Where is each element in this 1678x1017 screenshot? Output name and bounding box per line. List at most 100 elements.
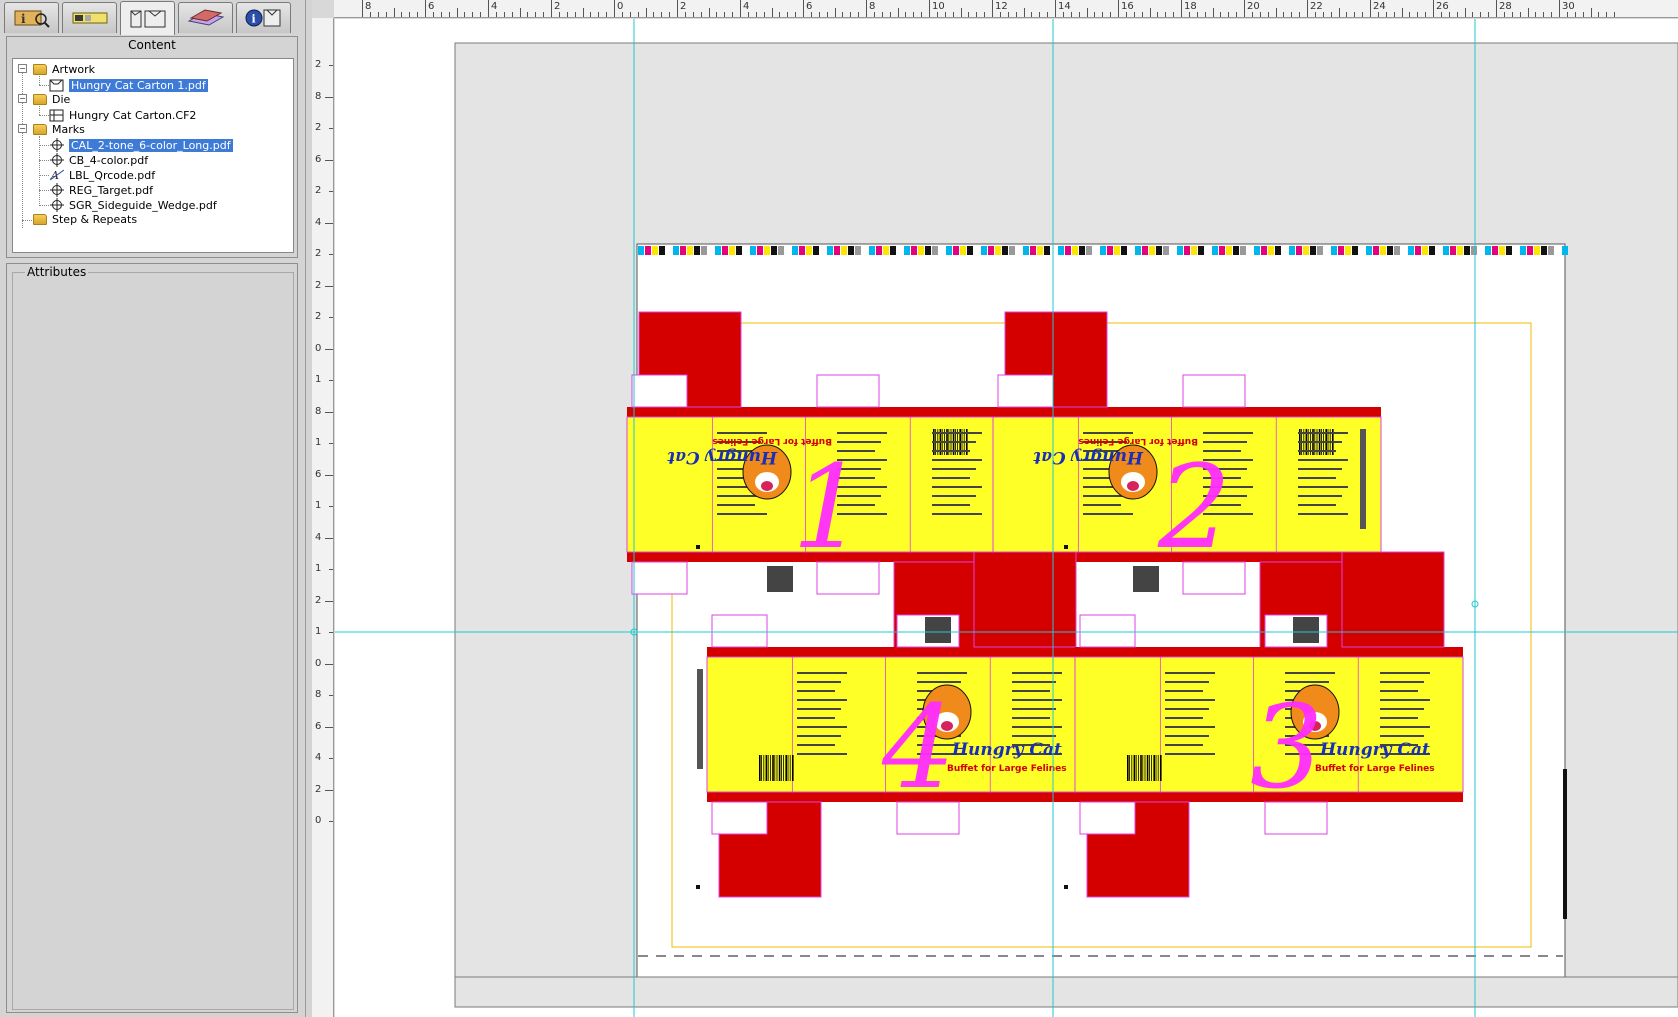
ruler-tick [325,411,333,413]
carton-4-text-line [1012,690,1050,692]
artwork-file-icon [49,78,64,92]
tree-file-mark[interactable]: CB_4-color.pdf [49,152,148,168]
color-bar-patch [1324,246,1330,255]
ruler-minor-tick [692,12,694,17]
ruler-label: 28 [1499,1,1512,12]
properties-tab[interactable]: i [236,2,291,33]
color-bar-patch [869,246,875,255]
marks-tab[interactable] [62,2,117,33]
color-bar-patch [841,246,847,255]
ruler-minor-tick [1007,12,1009,17]
color-bar-patch [1506,246,1512,255]
ruler-label: 1 [315,437,322,448]
tree-folder-artwork[interactable]: Artwork [33,61,95,77]
folder-icon [33,123,47,135]
color-bar-patch [1268,246,1274,255]
ruler-minor-tick [968,12,970,17]
ruler-major-tick [677,0,678,17]
ruler-tick [325,96,333,98]
ruler-major-tick [1370,0,1371,17]
ruler-tick [325,222,333,224]
ruler-label: 12 [995,1,1008,12]
ruler-label: 24 [1373,1,1386,12]
carton-1-text-line [932,486,982,488]
tree-file-artwork[interactable]: Hungry Cat Carton 1.pdf [49,77,208,93]
color-bar-patch [708,246,714,255]
ruler-minor-tick [417,12,419,17]
ruler-label: 4 [315,752,322,763]
color-bar-patch [834,246,840,255]
ruler-minor-tick [574,12,576,17]
carton-4-barcode-bar [772,755,774,781]
layout-preview[interactable]: Hungry Cat Buffet for Large Felines 1 Hungr… [335,19,1678,1017]
carton-2-text-line [1298,477,1336,479]
carton-1-tuck-flap [631,374,688,408]
color-bar-patch [1121,246,1127,255]
tree-folder-die[interactable]: Die [33,91,70,107]
ruler-tick [325,600,333,602]
carton-4-text-line [1012,672,1062,674]
tree-file-label: REG_Target.pdf [69,183,153,197]
info-tab-icon: i [14,10,50,28]
carton-1-text-line [932,513,982,515]
ruler-label: 4 [315,216,322,228]
ruler-major-tick [1244,0,1245,17]
carton-2-text-line [1203,432,1253,434]
die-collapse-toggle[interactable]: − [18,94,27,103]
tree-folder-step-repeats[interactable]: Step & Repeats [33,211,137,227]
color-bar-patch [1457,246,1463,255]
color-bar-patch [1408,246,1414,255]
ruler-minor-tick [1551,12,1553,17]
carton-3-barcode-bar [1146,755,1149,781]
ruler-label: 1 [315,500,322,511]
tree-file-mark[interactable]: REG_Target.pdf [49,182,153,198]
tree-file-mark[interactable]: A LBL_Qrcode.pdf [49,167,155,183]
marks-collapse-toggle[interactable]: − [18,124,27,133]
vertical-ruler[interactable]: 2826242220181614121086420 [312,18,334,1017]
ruler-minor-tick [1015,12,1017,17]
ruler-minor-tick [1535,12,1537,17]
attributes-title: Attributes [25,265,89,279]
layout-tab[interactable] [178,2,233,33]
carton-4-text-line [797,744,835,746]
color-bar-patch [1359,246,1365,255]
carton-2-tuck-flap [997,374,1054,408]
content-tree[interactable]: − Artwork Hungry Cat Carton 1.pdf − Die [12,58,294,253]
horizontal-ruler[interactable]: 8 6 4 2 0 2 4 6 8 10 12 14 16 18 20 22 24 26 28 30 [334,0,1678,18]
ruler-minor-tick [732,12,734,17]
ruler-minor-tick [834,8,836,17]
carton-3-top-band [1075,647,1463,657]
ruler-minor-tick [1519,12,1521,17]
info-tab[interactable]: i [4,2,59,33]
carton-1-text-line [932,504,970,506]
content-tab[interactable] [120,1,175,35]
color-bar-patch [1352,246,1358,255]
layout-canvas-area[interactable]: 8 6 4 2 0 2 4 6 8 10 12 14 16 18 20 22 24 26 28 30 28262422… [312,0,1678,1017]
carton-4-text-line [797,726,847,728]
carton-3-text-line [1380,717,1418,719]
tree-folder-marks[interactable]: Marks [33,121,85,137]
carton-3-text-line [1165,735,1209,737]
color-bar-patch [988,246,994,255]
ruler-minor-tick [716,12,718,17]
ruler-minor-tick [432,12,434,17]
carton-1-qrcode [767,566,793,592]
carton-2-tuck-flap [1182,374,1246,408]
color-bar-patch [1485,246,1491,255]
carton-3-text-line [1165,708,1209,710]
color-bar-patch [1317,246,1323,255]
ruler-label: 2 [315,279,322,291]
ruler-minor-tick [850,12,852,17]
ruler-minor-tick [1488,12,1490,17]
artwork-collapse-toggle[interactable]: − [18,64,27,73]
ruler-minor-tick [401,12,403,17]
carton-1-tuck-flap [631,561,688,595]
carton-1-text-line [932,441,976,443]
carton-3-barcode-bar [1151,755,1152,781]
carton-4-barcode-bar [770,755,771,781]
tree-file-mark[interactable]: CAL_2-tone_6-color_Long.pdf [49,137,233,153]
layout-workspace[interactable]: Hungry Cat Buffet for Large Felines 1 Hungr… [335,19,1678,1017]
ruler-minor-tick [1503,12,1505,17]
color-bar-patch [1520,246,1526,255]
tree-file-label: LBL_Qrcode.pdf [69,168,156,182]
